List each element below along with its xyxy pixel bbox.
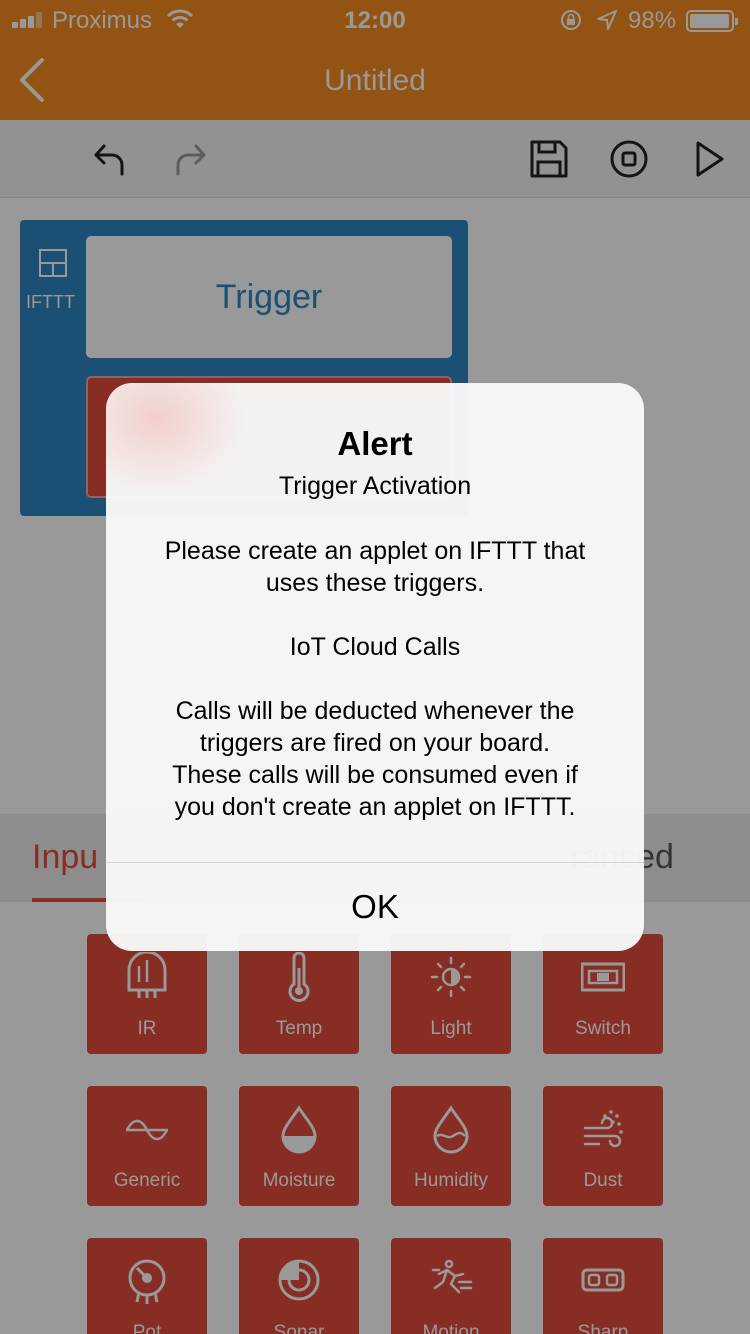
- message-line: Please create an applet on IFTTT that: [164, 537, 586, 565]
- message-line: uses these triggers.: [265, 569, 485, 597]
- message-line: Calls will be deducted whenever the: [175, 697, 575, 725]
- message-heading: IoT Cloud Calls: [289, 633, 461, 661]
- ok-button[interactable]: OK: [106, 863, 644, 951]
- alert-message: Please create an applet on IFTTT that us…: [140, 535, 610, 823]
- alert-dialog: Alert Trigger Activation Please create a…: [106, 383, 644, 951]
- message-line: These calls will be consumed even if: [172, 761, 578, 789]
- alert-title: Alert: [337, 425, 413, 462]
- alert-subtitle: Trigger Activation: [278, 472, 472, 500]
- message-line: you don't create an applet on IFTTT.: [174, 793, 576, 821]
- app-screen: Proximus 12:00 98% Untitled IFTTT Trigge…: [0, 0, 750, 1334]
- message-line: triggers are fired on your board.: [199, 729, 551, 757]
